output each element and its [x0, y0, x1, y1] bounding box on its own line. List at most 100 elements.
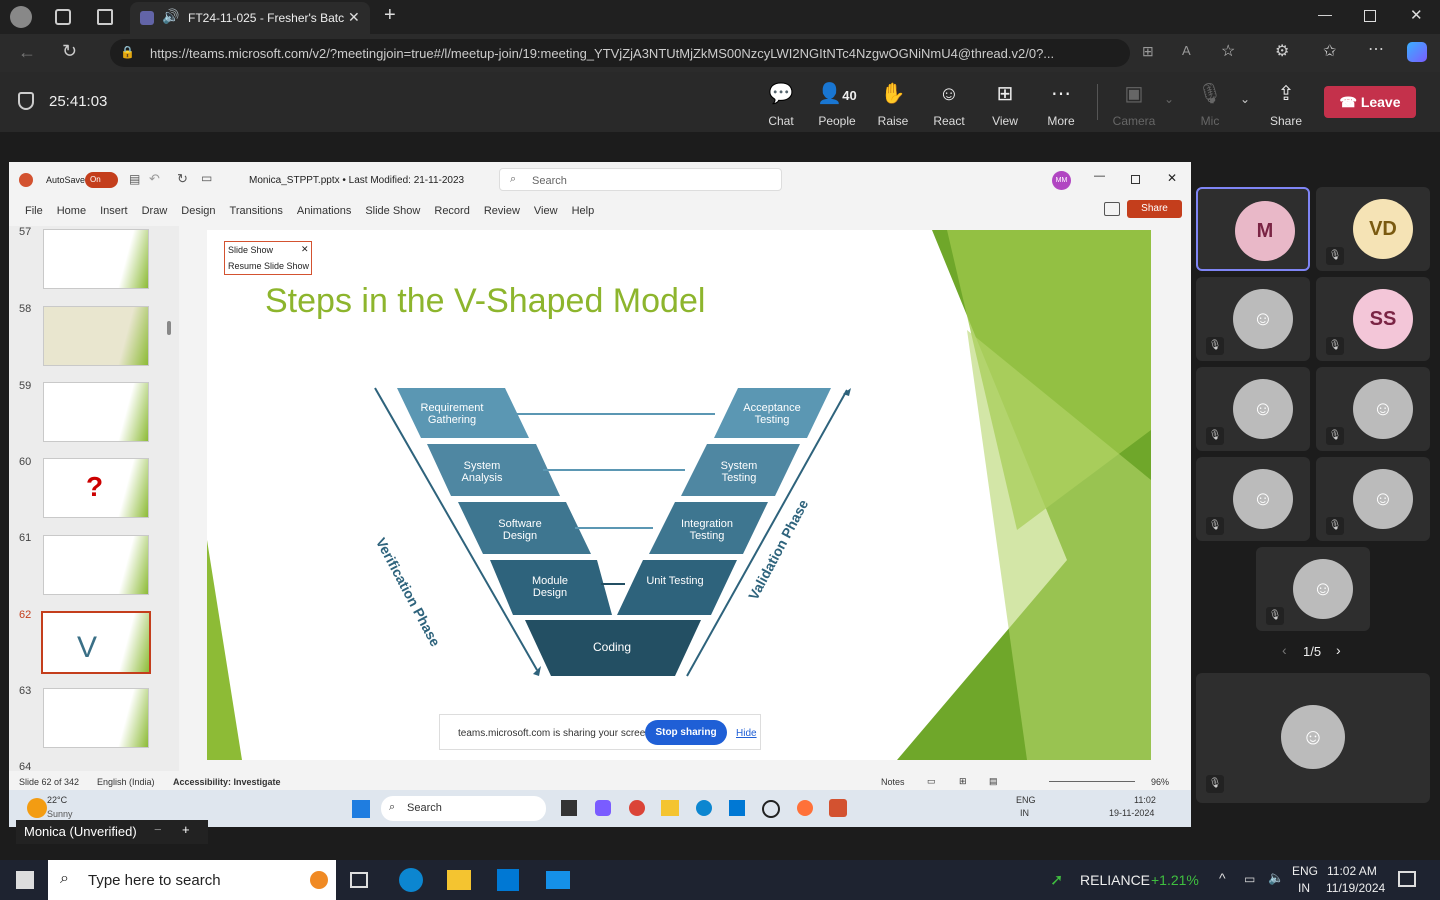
zoom-level[interactable]: 96%: [1151, 777, 1169, 787]
more-icon[interactable]: ⋯: [1368, 39, 1384, 59]
camera-chevron-icon[interactable]: ⌄: [1164, 92, 1174, 106]
thumb-scrollbar[interactable]: [167, 321, 171, 335]
minimize-icon[interactable]: —: [1318, 6, 1332, 22]
url-field[interactable]: 🔒 https://teams.microsoft.com/v2/?meetin…: [110, 39, 1130, 67]
menu-file[interactable]: File: [25, 205, 43, 217]
mic-button[interactable]: 🎙 Mic: [1182, 82, 1238, 128]
menu-review[interactable]: Review: [484, 205, 520, 217]
zoom-in-icon[interactable]: +: [182, 822, 190, 837]
taskbar-search-box[interactable]: ⌕ Type here to search: [48, 860, 336, 900]
restore-icon[interactable]: [1364, 10, 1376, 22]
self-view-tile[interactable]: ☺ 🎙: [1196, 673, 1430, 803]
inner-search-box[interactable]: ⌕ Search: [381, 796, 546, 821]
resume-slideshow-link[interactable]: Resume Slide Show: [228, 261, 309, 271]
people-button[interactable]: 👤40 People: [809, 82, 865, 128]
slide-thumbnail[interactable]: [43, 306, 149, 366]
close-icon[interactable]: ✕: [1410, 6, 1423, 24]
redo-icon[interactable]: ↻: [177, 171, 188, 187]
network-icon[interactable]: ▭: [1244, 872, 1255, 886]
read-aloud-icon[interactable]: A: [1182, 43, 1191, 58]
participant-tile[interactable]: ☺ 🎙: [1256, 547, 1370, 631]
participant-tile[interactable]: ☺ 🎙: [1196, 277, 1310, 361]
workspaces-icon[interactable]: [55, 9, 71, 25]
hide-link[interactable]: Hide: [736, 728, 757, 739]
slide-thumbnail[interactable]: ?: [43, 458, 149, 518]
menu-insert[interactable]: Insert: [100, 205, 128, 217]
zoom-out-icon[interactable]: −: [154, 822, 162, 837]
participant-tile[interactable]: ☺ 🎙: [1316, 367, 1430, 451]
speaker-icon[interactable]: 🔊: [162, 8, 179, 25]
folder-icon[interactable]: [661, 800, 679, 816]
menu-view[interactable]: View: [534, 205, 558, 217]
zoom-slider[interactable]: [1049, 781, 1135, 782]
undo-icon[interactable]: ↶: [149, 171, 160, 187]
favorite-icon[interactable]: ☆: [1221, 41, 1235, 61]
slide-thumbnail-active[interactable]: V: [41, 611, 151, 674]
tray-chevron-icon[interactable]: ^: [1219, 870, 1226, 886]
slideshow-popup[interactable]: Slide Show ✕ Resume Slide Show: [224, 241, 312, 275]
menu-home[interactable]: Home: [57, 205, 86, 217]
refresh-icon[interactable]: ↻: [62, 41, 77, 62]
profile-icon[interactable]: [10, 6, 32, 28]
menu-slideshow[interactable]: Slide Show: [365, 205, 420, 217]
dell-icon[interactable]: [762, 800, 780, 818]
raise-button[interactable]: ✋ Raise: [865, 82, 921, 128]
popup-close-icon[interactable]: ✕: [301, 244, 309, 255]
menu-draw[interactable]: Draw: [142, 205, 168, 217]
lang-line2[interactable]: IN: [1298, 881, 1310, 895]
windows-start-icon[interactable]: [16, 871, 34, 889]
clock-date[interactable]: 11/19/2024: [1326, 881, 1385, 895]
slide-thumbnail[interactable]: [43, 229, 149, 289]
ppt-share-button[interactable]: Share: [1127, 200, 1182, 218]
stock-name[interactable]: RELIANCE: [1080, 872, 1150, 888]
save-icon[interactable]: ▤: [129, 172, 140, 186]
comments-icon[interactable]: [1104, 202, 1120, 216]
lang-line1[interactable]: ENG: [1292, 864, 1318, 878]
view-button[interactable]: ⊞ View: [977, 82, 1033, 128]
store-icon[interactable]: [729, 800, 745, 816]
apps-icon[interactable]: ⊞: [1142, 43, 1154, 60]
user-avatar[interactable]: MM: [1052, 171, 1071, 190]
file-name[interactable]: Monica_STPPT.pptx • Last Modified: 21-11…: [249, 175, 464, 186]
reading-view-icon[interactable]: ▤: [989, 776, 998, 787]
favorites-bar-icon[interactable]: ✩: [1323, 41, 1336, 61]
stop-sharing-button[interactable]: Stop sharing: [645, 720, 727, 745]
camera-button[interactable]: ▣ Camera: [1106, 82, 1162, 128]
menu-transitions[interactable]: Transitions: [230, 205, 283, 217]
next-page-icon[interactable]: ›: [1336, 642, 1341, 658]
participant-tile[interactable]: M: [1196, 187, 1310, 271]
share-button[interactable]: ⇪ Share: [1258, 82, 1314, 128]
chat-button[interactable]: 💬 Chat: [753, 82, 809, 128]
mail-icon[interactable]: [546, 871, 570, 889]
slide-thumbnail[interactable]: [43, 535, 149, 595]
chrome-icon[interactable]: [629, 800, 645, 816]
slide-thumbnail[interactable]: [43, 688, 149, 748]
edge-icon[interactable]: [399, 868, 423, 892]
copilot-icon[interactable]: [1407, 42, 1427, 62]
windows-start-icon[interactable]: [352, 800, 370, 818]
tab-actions-icon[interactable]: [97, 9, 113, 25]
firefox-icon[interactable]: [797, 800, 813, 816]
prev-page-icon[interactable]: ‹: [1282, 642, 1287, 658]
copilot-icon[interactable]: [595, 800, 611, 816]
normal-view-icon[interactable]: ▭: [927, 776, 936, 787]
tab-teams[interactable]: 🔊 FT24-11-025 - Fresher's Batc ✕: [130, 2, 370, 34]
accessibility-status[interactable]: Accessibility: Investigate: [173, 777, 281, 787]
ppt-search-input[interactable]: ⌕ Search: [499, 168, 782, 191]
participant-tile[interactable]: SS 🎙: [1316, 277, 1430, 361]
close-icon[interactable]: ✕: [1167, 171, 1177, 185]
store-icon[interactable]: [497, 869, 519, 891]
tab-close-icon[interactable]: ✕: [348, 9, 360, 26]
notifications-icon[interactable]: [1398, 871, 1416, 887]
more-button[interactable]: ⋯ More: [1033, 82, 1089, 128]
extensions-icon[interactable]: ⚙: [1275, 41, 1289, 61]
autosave-toggle[interactable]: On: [85, 172, 118, 188]
slide-thumbnail[interactable]: [43, 382, 149, 442]
sorter-view-icon[interactable]: ⊞: [959, 776, 967, 787]
clock-time[interactable]: 11:02 AM: [1327, 864, 1377, 878]
menu-help[interactable]: Help: [572, 205, 595, 217]
restore-icon[interactable]: [1131, 175, 1140, 184]
edge-icon[interactable]: [696, 800, 712, 816]
mic-chevron-icon[interactable]: ⌄: [1240, 92, 1250, 106]
present-icon[interactable]: ▭: [201, 171, 212, 185]
